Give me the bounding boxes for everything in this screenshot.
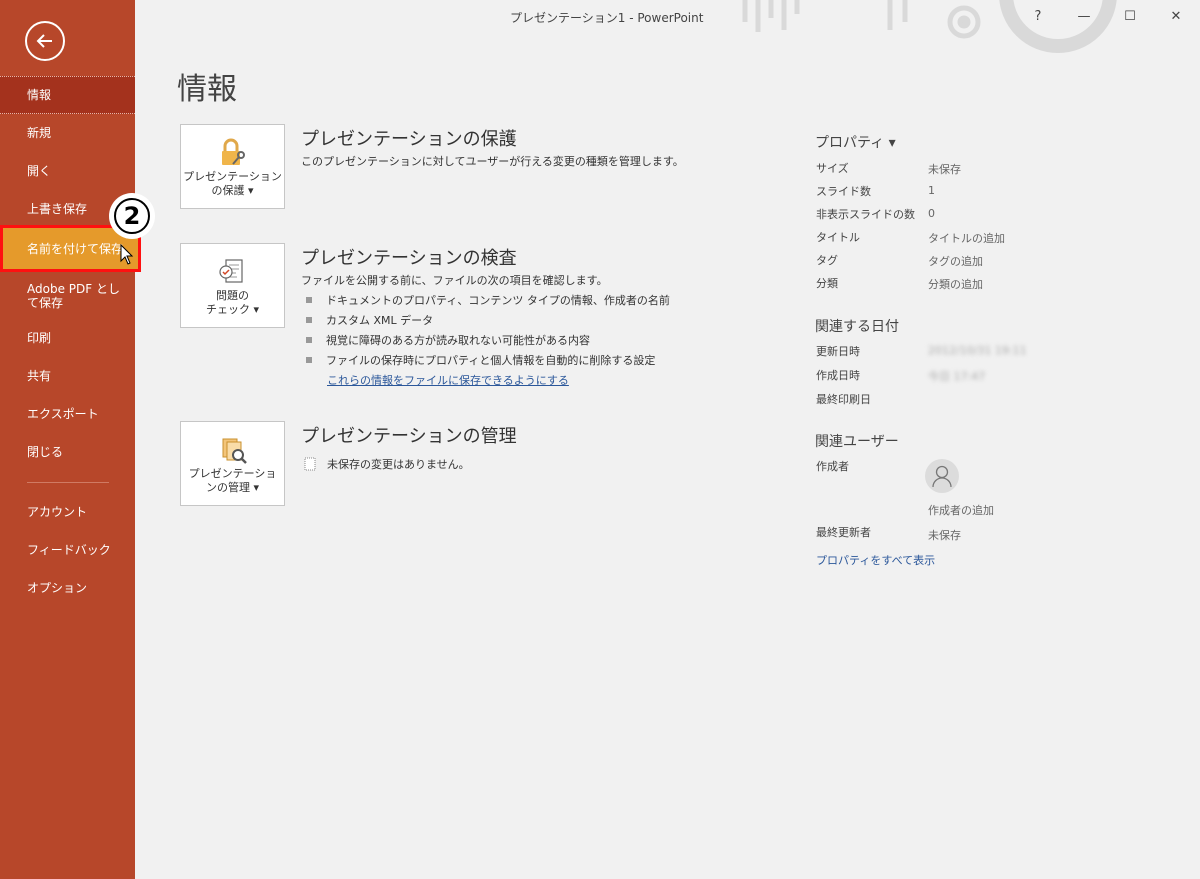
prop-label: 最終印刷日 (816, 393, 871, 406)
maximize-button[interactable]: ☐ (1116, 5, 1144, 27)
avatar (925, 459, 959, 493)
bullet-text: ファイルの保存時にプロパティと個人情報を自動的に削除する設定 (326, 354, 656, 367)
prop-label: タグ (816, 254, 838, 267)
inspect-bullet: 視覚に障碍のある方が読み取れない可能性がある内容 (306, 332, 590, 348)
nav-share[interactable]: 共有 (0, 357, 135, 395)
inspect-title: プレゼンテーションの検査 (301, 248, 517, 269)
prop-value-created: 今日 17:47 (928, 370, 986, 383)
title-decoration (742, 0, 1117, 53)
nav-label: オプション (27, 581, 88, 595)
nav-label: Adobe PDF として保存 (27, 282, 120, 310)
step-badge: 2 (109, 193, 155, 239)
prop-value-slides: 1 (928, 184, 935, 197)
prop-value-modified: 2012/10/31 19:11 (928, 344, 1027, 357)
nav-account[interactable]: アカウント (0, 493, 135, 531)
prop-label: 更新日時 (816, 345, 860, 358)
card-label: チェック ▾ (205, 303, 260, 316)
nav-label: アカウント (27, 505, 88, 519)
nav-export[interactable]: エクスポート (0, 395, 135, 433)
nav-label: 情報 (27, 88, 52, 102)
minimize-button[interactable]: — (1070, 5, 1098, 27)
back-arrow-icon (36, 34, 52, 48)
bullet-text: カスタム XML データ (326, 314, 434, 327)
nav-label: 上書き保存 (27, 202, 88, 216)
nav-divider (27, 482, 109, 483)
inspect-bullet: ファイルの保存時にプロパティと個人情報を自動的に削除する設定 (306, 352, 655, 368)
allow-save-info-link[interactable]: これらの情報をファイルに保存できるようにする (327, 372, 569, 388)
prop-title-input[interactable]: タイトルの追加 (928, 230, 1005, 246)
prop-label: 作成日時 (816, 369, 860, 382)
page-title: 情報 (177, 72, 237, 107)
add-author-input[interactable]: 作成者の追加 (928, 502, 994, 518)
card-label: ンの管理 ▾ (205, 481, 260, 494)
inspect-bullet: カスタム XML データ (306, 312, 433, 328)
inspect-bullet: ドキュメントのプロパティ、コンテンツ タイプの情報、作成者の名前 (306, 292, 670, 308)
protect-title: プレゼンテーションの保護 (301, 129, 517, 150)
nav-label: 名前を付けて保存 (27, 241, 124, 256)
nav-open[interactable]: 開く (0, 152, 135, 190)
prop-label: 非表示スライドの数 (816, 208, 915, 221)
nav-label: 閉じる (27, 445, 64, 459)
nav-label: フィードバック (27, 543, 111, 557)
manage-title: プレゼンテーションの管理 (301, 426, 517, 447)
users-heading: 関連ユーザー (815, 434, 899, 450)
manage-presentation-button[interactable]: プレゼンテーショ ンの管理 ▾ (180, 421, 285, 506)
person-icon (932, 465, 952, 488)
nav-label: 印刷 (27, 331, 52, 345)
card-label: プレゼンテーション (183, 170, 282, 183)
nav-new[interactable]: 新規 (0, 114, 135, 152)
nav-options[interactable]: オプション (0, 569, 135, 607)
prop-value-last-modified: 未保存 (928, 529, 961, 542)
manage-status: 未保存の変更はありません。 (303, 456, 470, 472)
mouse-pointer-icon (120, 244, 134, 265)
card-label: プレゼンテーショ (188, 467, 277, 480)
nav-label: 共有 (27, 369, 52, 383)
nav-label: 開く (27, 164, 52, 178)
help-button[interactable]: ? (1024, 5, 1052, 27)
protect-desc: このプレゼンテーションに対してユーザーが行える変更の種類を管理します。 (301, 155, 684, 168)
prop-tag-input[interactable]: タグの追加 (928, 253, 983, 269)
nav-print[interactable]: 印刷 (0, 319, 135, 357)
properties-dropdown[interactable]: プロパティ ▾ (815, 132, 896, 152)
dates-heading: 関連する日付 (815, 319, 899, 335)
lock-key-icon (222, 138, 245, 165)
manage-desc: 未保存の変更はありません。 (327, 458, 470, 471)
nav-label: エクスポート (27, 407, 99, 421)
manage-versions-icon (222, 438, 247, 464)
back-button[interactable] (25, 21, 65, 61)
prop-label: タイトル (816, 231, 860, 244)
check-issues-button[interactable]: 問題の チェック ▾ (180, 243, 285, 328)
inspect-document-icon (219, 259, 243, 283)
prop-label: サイズ (816, 162, 849, 175)
step-number: 2 (114, 198, 150, 234)
prop-value-size: 未保存 (928, 163, 961, 176)
card-label: の保護 ▾ (211, 184, 254, 197)
bullet-text: 視覚に障碍のある方が読み取れない可能性がある内容 (326, 334, 590, 347)
nav-info[interactable]: 情報 (0, 76, 135, 114)
nav-label: 新規 (27, 126, 52, 140)
prop-value-hidden: 0 (928, 207, 935, 220)
prop-category-input[interactable]: 分類の追加 (928, 276, 983, 292)
show-all-properties-link[interactable]: プロパティをすべて表示 (816, 552, 935, 568)
nav-close[interactable]: 閉じる (0, 433, 135, 471)
nav-feedback[interactable]: フィードバック (0, 531, 135, 569)
prop-label: 作成者 (816, 460, 849, 473)
prop-label: 最終更新者 (816, 526, 871, 539)
bullet-text: ドキュメントのプロパティ、コンテンツ タイプの情報、作成者の名前 (326, 294, 670, 307)
prop-label: 分類 (816, 277, 838, 290)
prop-label: スライド数 (816, 185, 871, 198)
backstage-sidebar: 情報 新規 開く 上書き保存 名前を付けて保存 Adobe PDF として保存 … (0, 0, 141, 879)
window-title: プレゼンテーション1 - PowerPoint (510, 11, 704, 25)
protect-presentation-button[interactable]: プレゼンテーション の保護 ▾ (180, 124, 285, 209)
inspect-desc: ファイルを公開する前に、ファイルの次の項目を確認します。 (301, 274, 608, 287)
document-icon (304, 457, 316, 471)
nav-save-adobe-pdf[interactable]: Adobe PDF として保存 (0, 276, 135, 316)
card-label: 問題の (216, 289, 249, 302)
close-window-button[interactable]: ✕ (1162, 5, 1190, 27)
